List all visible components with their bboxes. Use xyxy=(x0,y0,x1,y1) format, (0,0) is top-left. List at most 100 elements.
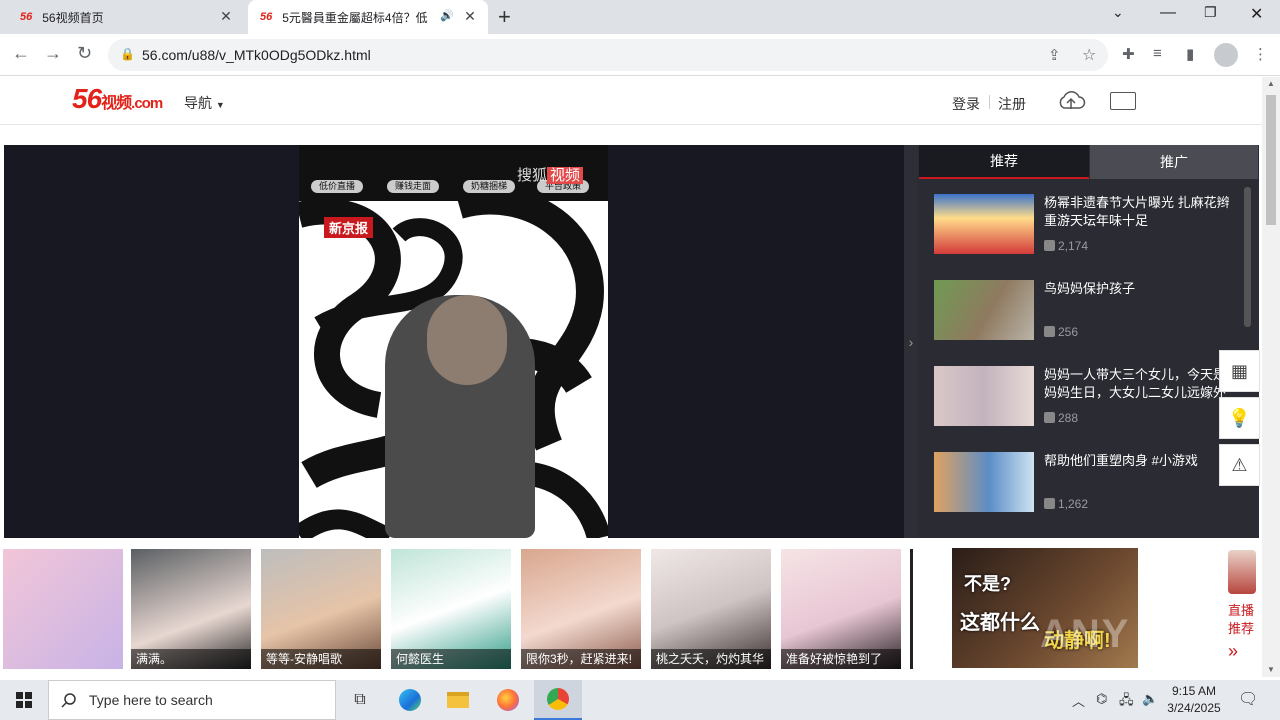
ad-card[interactable] xyxy=(3,549,123,669)
forward-icon[interactable]: → xyxy=(44,43,62,64)
nav-menu[interactable]: 导航 ▼ xyxy=(184,93,225,113)
play-icon xyxy=(1044,326,1055,337)
tab-active-video[interactable]: 56 5元醫員重金屬超标4倍？低 🔊 ✕ xyxy=(248,0,488,34)
list-item[interactable]: 杨幂非遗春节大片曝光 扎麻花辫重游天坛年味十足 2,174 xyxy=(934,194,1234,256)
video-title[interactable]: 杨幂非遗春节大片曝光 扎麻花辫重游天坛年味十足 xyxy=(1044,194,1234,230)
recommend-sidebar: 推荐 推广 杨幂非遗春节大片曝光 扎麻花辫重游天坛年味十足 2,174 鸟妈妈保… xyxy=(918,145,1259,538)
search-icon xyxy=(61,693,76,708)
chrome-icon[interactable] xyxy=(534,680,582,720)
play-icon xyxy=(1044,240,1055,251)
side-panel-icon[interactable]: ▮ xyxy=(1186,45,1194,63)
list-item[interactable]: 妈妈一人带大三个女儿，今天是妈妈生日，大女儿二女儿远嫁外地, 288 xyxy=(934,366,1234,428)
register-link[interactable]: 注册 xyxy=(998,94,1026,114)
tab-favicon: 56 xyxy=(260,11,273,23)
upload-cloud-icon[interactable] xyxy=(1056,89,1086,111)
video-thumbnail[interactable] xyxy=(934,194,1034,254)
page-scrollbar[interactable]: ▲ ▼ xyxy=(1262,77,1280,677)
collapse-sidebar-button[interactable]: › xyxy=(904,145,918,538)
reload-icon[interactable]: ↻ xyxy=(77,43,92,64)
ad-card[interactable]: 何懿医生 xyxy=(391,549,511,669)
tab-title: 56视频首页 xyxy=(42,10,104,25)
taskbar-search[interactable]: Type here to search xyxy=(48,680,336,720)
network-icon[interactable]: 🖧 xyxy=(1119,691,1134,713)
sohu-watermark: 搜狐 视频 xyxy=(517,164,584,185)
url-text: 56.com/u88/v_MTk0ODg5ODkz.html xyxy=(142,47,371,63)
scroll-down-icon[interactable]: ▼ xyxy=(1267,665,1275,674)
video-title[interactable]: 鸟妈妈保护孩子 xyxy=(1044,280,1234,298)
video-player[interactable]: 低价直播 赚钱走面 奶糖捆梯 平台政策 搜狐 视频 新京报 xyxy=(4,145,904,538)
video-frame[interactable]: 低价直播 赚钱走面 奶糖捆梯 平台政策 搜狐 视频 新京报 xyxy=(299,145,608,538)
tray-chevron-up-icon[interactable]: ︿ xyxy=(1072,691,1085,710)
scroll-up-icon[interactable]: ▲ xyxy=(1267,79,1275,88)
address-bar[interactable]: 🔒 56.com/u88/v_MTk0ODg5ODkz.html ⇪ ☆ xyxy=(108,39,1108,71)
start-button[interactable] xyxy=(0,680,48,720)
restore-icon[interactable]: ❐ xyxy=(1204,4,1217,21)
qr-code-icon[interactable]: ▦ xyxy=(1219,350,1260,392)
live-avatar[interactable] xyxy=(1228,550,1256,594)
share-icon[interactable]: ⇪ xyxy=(1048,46,1061,64)
caret-down-icon: ▼ xyxy=(215,100,225,110)
live-recommend-label[interactable]: 直播推荐 » xyxy=(1228,602,1254,660)
minimize-icon[interactable]: — xyxy=(1160,4,1176,22)
file-explorer-icon[interactable] xyxy=(434,680,482,720)
profile-avatar[interactable] xyxy=(1214,43,1238,67)
back-icon[interactable]: ← xyxy=(12,43,30,64)
play-count: 2,174 xyxy=(1044,239,1088,253)
ad-caption: 何懿医生 xyxy=(391,649,511,669)
clock-time: 9:15 AM xyxy=(1171,684,1217,698)
close-window-icon[interactable]: ✕ xyxy=(1250,4,1263,24)
mail-icon[interactable] xyxy=(1110,92,1136,110)
tab-promote[interactable]: 推广 xyxy=(1090,145,1258,179)
play-count: 1,262 xyxy=(1044,497,1088,511)
extensions-icon[interactable]: ✚ xyxy=(1122,45,1135,63)
sidebar-scrollbar[interactable] xyxy=(1244,187,1251,327)
bookmark-star-icon[interactable]: ☆ xyxy=(1082,45,1096,65)
ad-card[interactable]: 准备好被惊艳到了 xyxy=(781,549,901,669)
ad-text: 这都什么 xyxy=(960,612,1040,634)
play-count-value: 256 xyxy=(1058,325,1079,339)
video-title[interactable]: 妈妈一人带大三个女儿，今天是妈妈生日，大女儿二女儿远嫁外地, xyxy=(1044,366,1234,402)
report-warning-icon[interactable]: ⚠ xyxy=(1219,444,1260,486)
tab-56-home[interactable]: 56 56视频首页 ✕ xyxy=(8,0,244,34)
list-item[interactable]: 帮助他们重塑肉身 #小游戏 1,262 xyxy=(934,452,1234,514)
list-item[interactable]: 鸟妈妈保护孩子 256 xyxy=(934,280,1234,342)
task-view-icon[interactable]: ⧉ xyxy=(336,680,384,720)
ad-card[interactable]: 等等-安静唱歌 xyxy=(261,549,381,669)
speaker-icon[interactable]: 🔊 xyxy=(440,9,454,22)
close-tab-icon[interactable]: ✕ xyxy=(462,8,478,25)
login-link[interactable]: 登录 xyxy=(952,94,980,114)
logo-domain: .com xyxy=(131,95,163,112)
ad-card[interactable]: 满满。 xyxy=(131,549,251,669)
notification-icon[interactable]: 🗨 xyxy=(1238,689,1258,709)
ad-caption: 桃之夭夭，灼灼其华 xyxy=(651,649,771,669)
video-thumbnail[interactable] xyxy=(934,280,1034,340)
video-thumbnail[interactable] xyxy=(934,366,1034,426)
scrollbar-thumb[interactable] xyxy=(1266,95,1276,225)
close-tab-icon[interactable]: ✕ xyxy=(218,8,234,25)
news-badge: 新京报 xyxy=(324,217,374,238)
video-thumbnail[interactable] xyxy=(934,452,1034,512)
play-icon xyxy=(1044,412,1055,423)
firefox-icon[interactable] xyxy=(484,680,532,720)
tab-recommend[interactable]: 推荐 xyxy=(919,145,1089,179)
media-control-icon[interactable]: ≡ xyxy=(1153,45,1162,62)
ad-card[interactable]: 桃之夭夭，灼灼其华 xyxy=(651,549,771,669)
lightbulb-icon[interactable]: 💡 xyxy=(1219,397,1260,439)
tab-favicon: 56 xyxy=(20,11,33,23)
double-chevron-right-icon[interactable]: » xyxy=(1228,642,1254,660)
video-title[interactable]: 帮助他们重塑肉身 #小游戏 xyxy=(1044,452,1234,470)
site-logo[interactable]: 56视频.com xyxy=(72,83,163,115)
system-clock[interactable]: 9:15 AM 3/24/2025 xyxy=(1160,683,1228,717)
tab-title: 5元醫員重金屬超标4倍？低 xyxy=(282,10,428,25)
ad-caption: 准备好被惊艳到了 xyxy=(781,649,901,669)
banner-pill: 低价直播 xyxy=(311,180,364,193)
tab-search-icon[interactable]: ⌄ xyxy=(1112,4,1124,21)
watermark-badge: 视频 xyxy=(547,167,584,184)
ad-card[interactable]: 限你3秒，赶紧进来! xyxy=(521,549,641,669)
meet-now-icon[interactable]: ⌬ xyxy=(1096,691,1107,707)
new-tab-button[interactable]: + xyxy=(498,4,511,30)
edge-icon[interactable] xyxy=(386,680,434,720)
lock-icon: 🔒 xyxy=(120,47,135,61)
menu-kebab-icon[interactable]: ⋮ xyxy=(1253,45,1268,63)
volume-icon[interactable]: 🔈 xyxy=(1142,691,1158,707)
